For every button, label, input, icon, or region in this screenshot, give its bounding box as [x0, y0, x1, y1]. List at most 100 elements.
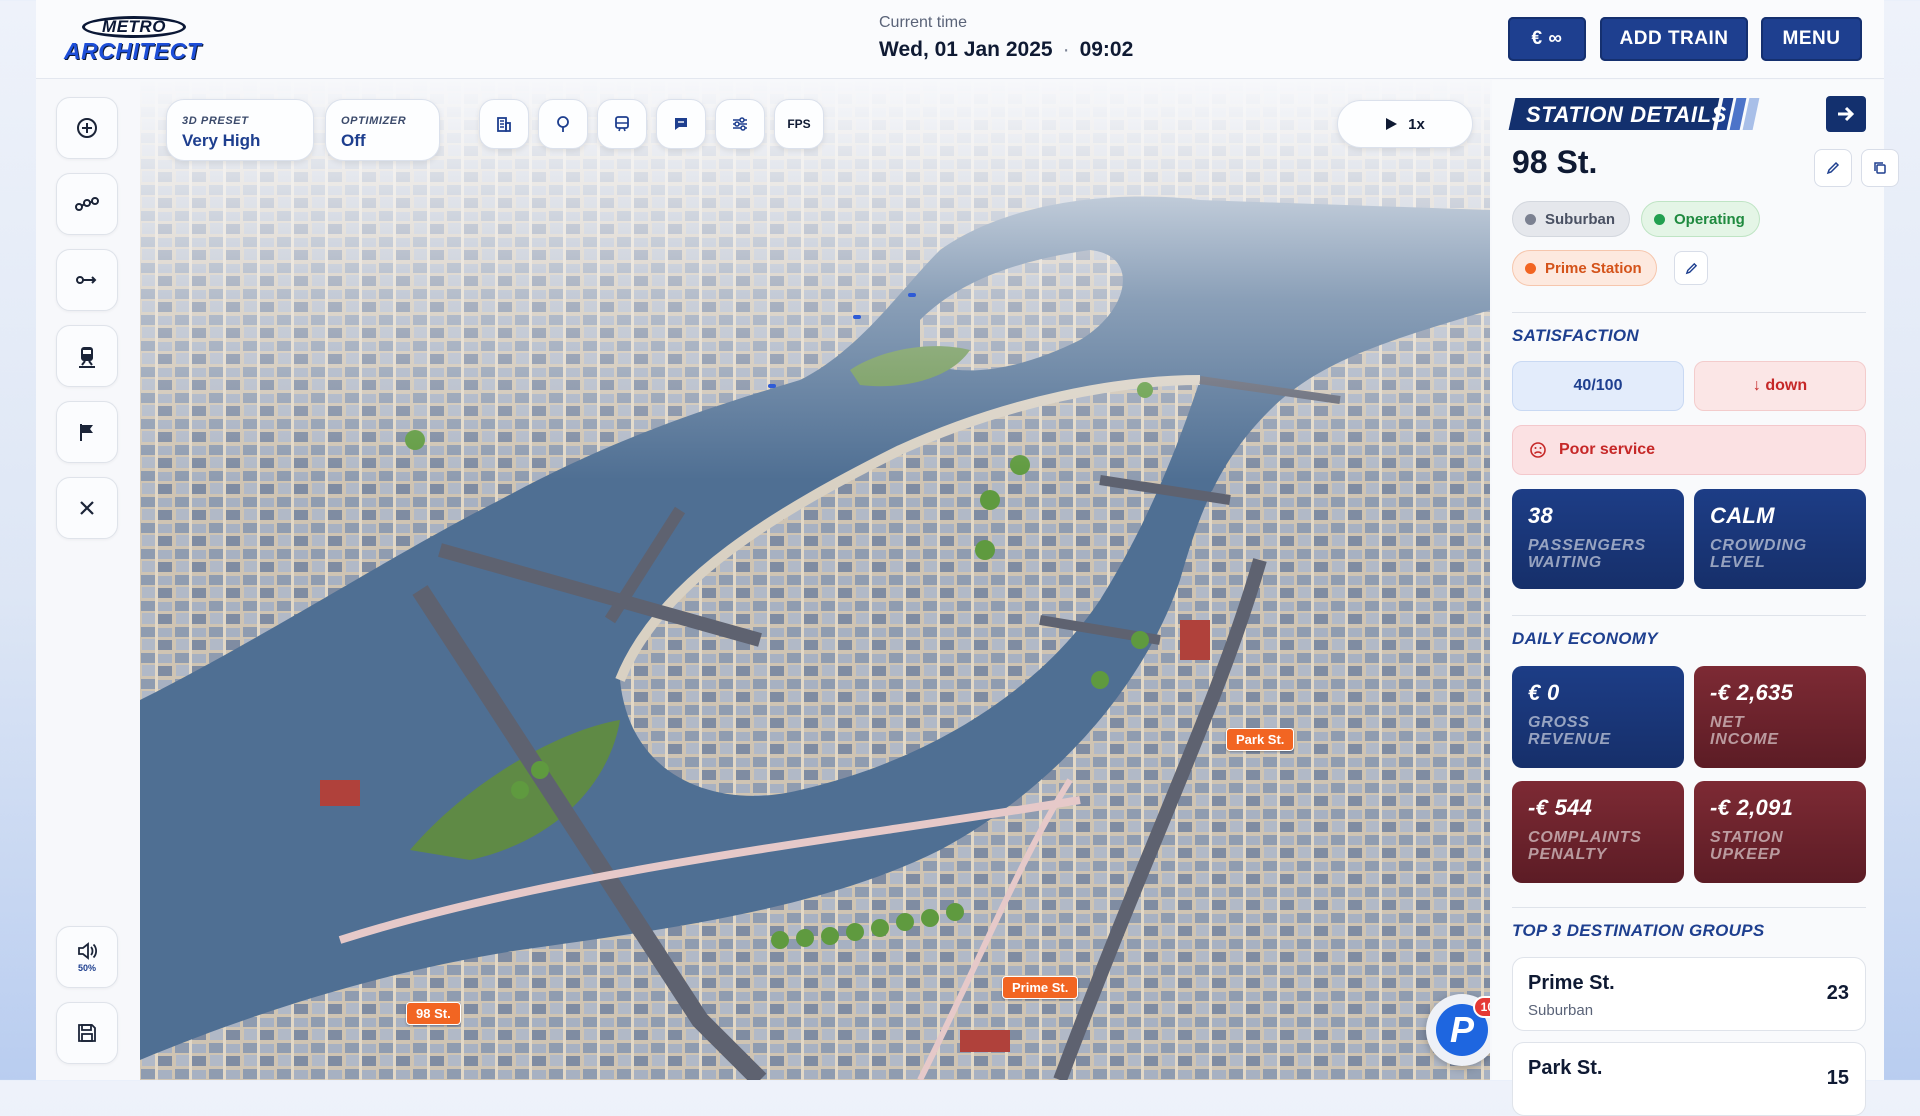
save-icon	[78, 1024, 96, 1042]
stat-label: PENALTY	[1528, 846, 1608, 863]
prime-badge: Prime Station	[1512, 250, 1657, 286]
train-tool[interactable]	[56, 325, 118, 387]
play-speed-control[interactable]: 1x	[1337, 100, 1473, 148]
save-button[interactable]	[56, 1002, 118, 1064]
app-window: METRO ARCHITECT Current time Wed, 01 Jan…	[36, 0, 1899, 1116]
money-button[interactable]: € ∞	[1508, 17, 1586, 61]
destination-type: Suburban	[1528, 1002, 1594, 1019]
map-marker	[768, 384, 776, 388]
service-alert-text: Poor service	[1559, 441, 1656, 458]
arrow-right-icon	[1838, 106, 1855, 122]
logo-architect: ARCHITECT	[64, 38, 202, 64]
panel-collapse-button[interactable]	[1826, 96, 1866, 132]
add-train-button[interactable]: ADD TRAIN	[1600, 17, 1748, 61]
sad-face-icon	[1530, 442, 1546, 458]
destinations-title: TOP 3 DESTINATION GROUPS	[1512, 921, 1765, 940]
destination-name: Park St.	[1528, 1057, 1603, 1079]
city-map	[140, 80, 1490, 1080]
panel-title: STATION DETAILS	[1526, 102, 1727, 127]
add-station-tool[interactable]	[56, 97, 118, 159]
volume-button[interactable]: 50%	[56, 926, 118, 988]
trees-toggle[interactable]	[538, 99, 588, 149]
divider	[1512, 615, 1866, 616]
map-marker	[853, 315, 861, 319]
bus-stop-toggle[interactable]	[597, 99, 647, 149]
3d-preset-selector[interactable]: 3D PRESET Very High	[166, 99, 314, 161]
type-badge-label: Suburban	[1545, 210, 1615, 228]
flag-icon	[80, 424, 93, 441]
destination-name: Prime St.	[1528, 972, 1615, 994]
prime-badge-label: Prime Station	[1545, 259, 1642, 277]
passengers-waiting-value: 38	[1528, 503, 1554, 528]
stat-label: GROSS	[1528, 714, 1590, 731]
gross-revenue-card: € 0 GROSS REVENUE	[1512, 666, 1684, 768]
preset-value: Very High	[182, 131, 261, 150]
buildings-toggle[interactable]	[479, 99, 529, 149]
time-label: Current time	[879, 14, 968, 31]
station-details-panel: STATION DETAILS 98 St. Suburban Operatin…	[1492, 80, 1899, 1116]
optimizer-label: OPTIMIZER	[341, 115, 407, 127]
speed-label: 1x	[1408, 115, 1425, 133]
stat-label: COMPLAINTS	[1528, 829, 1642, 846]
stat-label: PASSENGERS	[1528, 537, 1646, 554]
complaints-penalty-card: -€ 544 COMPLAINTS PENALTY	[1512, 781, 1684, 883]
stat-label: NET	[1710, 714, 1745, 731]
cancel-tool[interactable]	[56, 477, 118, 539]
satisfaction-title: SATISFACTION	[1512, 326, 1640, 345]
economy-title: DAILY ECONOMY	[1512, 629, 1658, 648]
destination-count: 15	[1826, 1067, 1849, 1089]
station-name: 98 St.	[1512, 144, 1598, 180]
route-icon	[75, 197, 99, 211]
train-icon	[79, 347, 95, 368]
gross-revenue-value: € 0	[1528, 680, 1560, 705]
stat-label: INCOME	[1710, 731, 1779, 748]
volume-label: 50%	[77, 963, 96, 973]
date-value: Wed, 01 Jan 2025	[879, 38, 1053, 61]
net-income-value: -€ 2,635	[1710, 680, 1794, 705]
messages-toggle[interactable]	[656, 99, 706, 149]
flag-tool[interactable]	[56, 401, 118, 463]
sliders-icon	[733, 117, 747, 131]
passenger-button[interactable]: P 10	[1426, 994, 1490, 1066]
pencil-icon	[1826, 161, 1840, 175]
destination-item[interactable]: Prime St. Suburban 23	[1512, 957, 1866, 1031]
crowding-level-value: CALM	[1710, 503, 1775, 528]
route-tool[interactable]	[56, 173, 118, 235]
app-logo: METRO ARCHITECT	[60, 14, 210, 66]
fps-toggle[interactable]: FPS	[774, 99, 824, 149]
current-time: Current time Wed, 01 Jan 2025 · 09:02	[879, 14, 1133, 62]
service-alert: Poor service	[1512, 425, 1866, 475]
add-circle-icon	[77, 118, 97, 138]
map-marker	[908, 293, 916, 297]
close-icon	[80, 501, 94, 515]
bus-stop-icon	[615, 116, 629, 132]
station-upkeep-card: -€ 2,091 STATION UPKEEP	[1694, 781, 1866, 883]
stat-label: CROWDING	[1710, 537, 1808, 554]
edit-prime-button[interactable]	[1674, 251, 1708, 285]
optimizer-value: Off	[341, 131, 366, 150]
stat-label: REVENUE	[1528, 731, 1611, 748]
divider	[1512, 312, 1866, 313]
rename-button[interactable]	[1814, 149, 1852, 187]
map-viewport[interactable]: Park St. Prime St. 98 St. 3D PRESET Very…	[140, 80, 1490, 1080]
menu-button[interactable]: MENU	[1761, 17, 1862, 61]
station-tag-park[interactable]: Park St.	[1226, 728, 1295, 751]
notification-badge: 10	[1472, 996, 1490, 1018]
status-badge: Operating	[1641, 201, 1760, 237]
destination-count: 23	[1826, 982, 1849, 1004]
connect-tool[interactable]	[56, 249, 118, 311]
divider	[1512, 907, 1866, 908]
panel-header: STATION DETAILS	[1508, 98, 1760, 130]
net-income-card: -€ 2,635 NET INCOME	[1694, 666, 1866, 768]
stat-label: STATION	[1710, 829, 1784, 846]
preset-label: 3D PRESET	[182, 115, 249, 127]
optimizer-toggle[interactable]: OPTIMIZER Off	[325, 99, 440, 161]
date-time-value: Wed, 01 Jan 2025 · 09:02	[879, 38, 1134, 61]
top-bar: METRO ARCHITECT Current time Wed, 01 Jan…	[36, 0, 1884, 79]
destination-item[interactable]: Park St. 15	[1512, 1042, 1866, 1116]
settings-sliders[interactable]	[715, 99, 765, 149]
satisfaction-trend: ↓ down	[1694, 361, 1866, 411]
copy-button[interactable]	[1861, 149, 1899, 187]
station-tag-prime[interactable]: Prime St.	[1002, 976, 1079, 999]
station-tag-98[interactable]: 98 St.	[406, 1002, 461, 1025]
